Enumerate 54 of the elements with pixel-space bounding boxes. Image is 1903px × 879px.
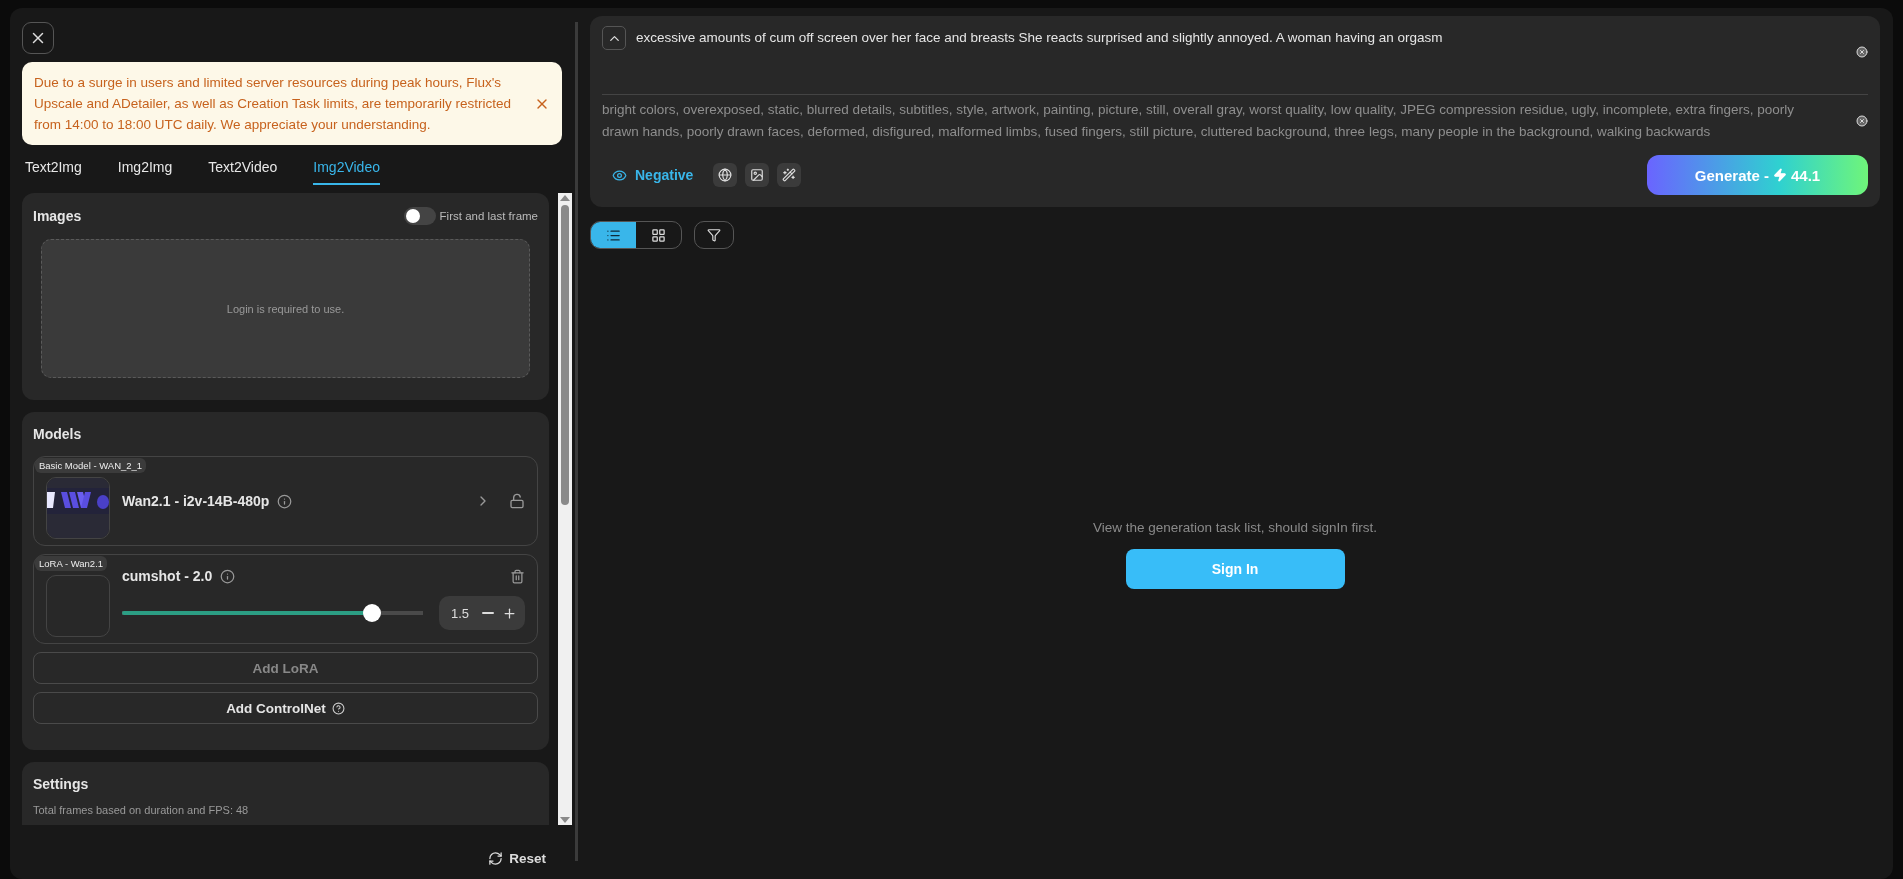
plus-icon xyxy=(502,605,517,621)
help-icon xyxy=(331,701,345,715)
collapse-button[interactable] xyxy=(602,26,626,50)
section-title: Models xyxy=(33,426,82,442)
notice-text: Due to a surge in users and limited server resources during peak hours, Flux's Upscale and ADetailer, as well as Creation Task limits, are temporarily restricted from 14:00 to 18:00 UTC daily. We appreciate your understanding. xyxy=(34,74,512,134)
weight-value[interactable]: 1.5 xyxy=(451,605,476,621)
prompt-field[interactable]: excessive amounts of cum off screen over her face and breasts She reacts surprised and slightly annoyed. A woman having an orgasm xyxy=(636,26,1846,86)
image-dropzone[interactable]: Login is required to use. xyxy=(41,239,530,378)
globe-button[interactable] xyxy=(713,163,738,187)
list-icon xyxy=(606,227,621,243)
mode-tab[interactable]: Img2Img xyxy=(117,157,173,185)
list-view-button[interactable] xyxy=(591,222,636,248)
scrollbar[interactable] xyxy=(558,193,572,825)
empty-message: View the generation task list, should signIn first. xyxy=(1092,519,1378,535)
slider-thumb[interactable] xyxy=(362,604,381,622)
close-button[interactable] xyxy=(22,22,54,54)
negative-toggle[interactable]: Negative xyxy=(602,167,706,183)
login-hint: Login is required to use. xyxy=(226,302,345,315)
section-title: Images xyxy=(33,208,82,224)
model-name: Wan2.1 - i2v-14B-480p xyxy=(122,493,270,509)
lora-name: cumshot - 2.0 xyxy=(122,568,213,584)
grid-icon xyxy=(651,227,666,243)
minus-button[interactable] xyxy=(480,612,496,614)
magic-wand-button[interactable] xyxy=(777,163,802,187)
section-title: Settings xyxy=(33,776,90,792)
switch-label: First and last frame xyxy=(439,210,538,222)
lora-thumbnail xyxy=(46,575,110,637)
unlock-icon[interactable] xyxy=(509,493,525,509)
mode-tab[interactable]: Text2Video xyxy=(208,157,278,185)
filter-icon xyxy=(707,228,721,242)
magic-wand-icon xyxy=(782,168,797,182)
clear-icon[interactable] xyxy=(1856,115,1868,127)
model-tag: Basic Model - WAN_2_1 xyxy=(35,458,147,473)
add-button[interactable]: Add ControlNet xyxy=(33,692,538,724)
image-button[interactable] xyxy=(745,163,770,187)
reset-button[interactable]: Reset xyxy=(482,839,552,877)
eye-icon xyxy=(612,167,627,183)
minus-icon xyxy=(482,612,494,614)
filter-button[interactable] xyxy=(694,221,734,249)
globe-icon xyxy=(718,168,733,182)
mode-tab[interactable]: Text2Img xyxy=(25,157,82,185)
info-icon[interactable] xyxy=(220,568,236,584)
negative-prompt-field[interactable]: bright colors, overexposed, static, blurred details, subtitles, style, artwork, painting, picture, still, overall gray, worst quality, low quality, JPEG compression residue, ugly, incomplete, extra fingers, poorly drawn hands, poorly drawn faces, deformed, disfigured, malformed limbs, fused fingers, still picture, cluttered background, three legs, many people in the background, walking backwards xyxy=(602,99,1846,143)
settings-note: Total frames based on duration and FPS: 48 xyxy=(33,804,250,816)
lora-tag: LoRA - Wan2.1 xyxy=(35,556,108,571)
frame-switch[interactable] xyxy=(403,207,436,225)
info-icon[interactable] xyxy=(277,493,293,509)
trash-icon[interactable] xyxy=(510,568,525,584)
mode-tab[interactable]: Img2Video xyxy=(313,157,380,185)
lightning-icon xyxy=(1773,168,1787,182)
model-card[interactable]: Basic Model - WAN_2_1 Wan2.1 - i2v-14B-480p xyxy=(33,456,538,546)
refresh-icon xyxy=(488,850,504,866)
image-icon xyxy=(750,168,765,182)
clear-icon[interactable] xyxy=(1856,46,1868,58)
